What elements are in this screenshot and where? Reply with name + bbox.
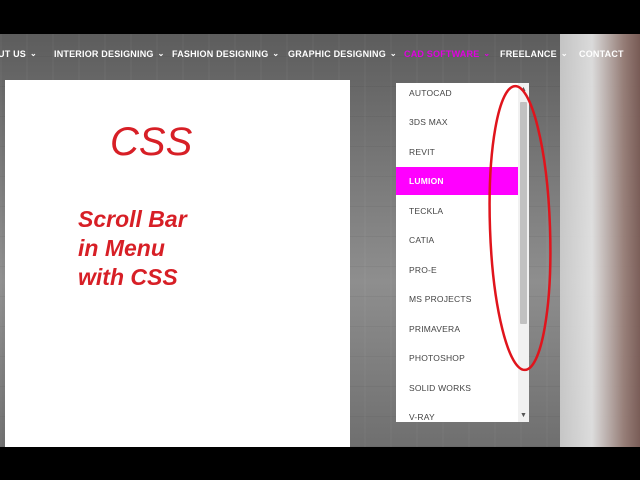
dropdown-item-solid-works[interactable]: SOLID WORKS xyxy=(396,374,518,402)
nav-item-graphic-designing[interactable]: GRAPHIC DESIGNING ⌄ xyxy=(288,34,397,74)
dropdown-item-photoshop[interactable]: PHOTOSHOP xyxy=(396,344,518,372)
annotation-caption: Scroll Bar in Menu with CSS xyxy=(78,205,187,292)
dropdown-item-v-ray[interactable]: V-RAY xyxy=(396,403,518,422)
dropdown-scrollbar-thumb[interactable] xyxy=(520,102,527,324)
caption-line: with CSS xyxy=(78,264,178,290)
nav-item-contact[interactable]: CONTACT xyxy=(579,34,624,74)
nav-item-label: CAD SOFTWARE xyxy=(404,49,480,59)
main-navigation: UT US ⌄ INTERIOR DESIGNING ⌄ FASHION DESIG… xyxy=(0,34,640,74)
chevron-down-icon: ⌄ xyxy=(560,49,568,58)
video-frame: UT US ⌄ INTERIOR DESIGNING ⌄ FASHION DESIG… xyxy=(0,0,640,480)
letterbox-top xyxy=(0,0,640,34)
dropdown-item-revit[interactable]: REVIT xyxy=(396,138,518,166)
dropdown-item-primavera[interactable]: PRIMAVERA xyxy=(396,315,518,343)
annotation-title: CSS xyxy=(110,120,193,164)
scroll-down-arrow-icon[interactable]: ▼ xyxy=(518,410,529,421)
dropdown-item-teckla[interactable]: TECKLA xyxy=(396,197,518,225)
hero-background-right xyxy=(560,34,640,447)
chevron-down-icon: ⌄ xyxy=(272,49,280,58)
nav-item-freelance[interactable]: FREELANCE ⌄ xyxy=(500,34,568,74)
nav-item-label: CONTACT xyxy=(579,49,624,59)
dropdown-item-pro-e[interactable]: PRO-E xyxy=(396,256,518,284)
dropdown-item-ms-projects[interactable]: MS PROJECTS xyxy=(396,285,518,313)
nav-item-cad-software[interactable]: CAD SOFTWARE ⌄ xyxy=(404,34,490,74)
nav-item-interior-designing[interactable]: INTERIOR DESIGNING ⌄ xyxy=(54,34,165,74)
chevron-down-icon: ⌄ xyxy=(157,49,165,58)
chevron-down-icon: ⌄ xyxy=(389,49,397,58)
caption-line: Scroll Bar xyxy=(78,206,187,232)
caption-line: in Menu xyxy=(78,235,165,261)
nav-item-fashion-designing[interactable]: FASHION DESIGNING ⌄ xyxy=(172,34,279,74)
chevron-down-icon: ⌄ xyxy=(483,49,491,58)
dropdown-item-catia[interactable]: CATIA xyxy=(396,226,518,254)
cad-software-dropdown[interactable]: AUTOCAD 3DS MAX REVIT LUMION TECKLA CATI… xyxy=(396,83,529,422)
dropdown-item-3ds-max[interactable]: 3DS MAX xyxy=(396,108,518,136)
nav-item-label: GRAPHIC DESIGNING xyxy=(288,49,386,59)
nav-item-label: FREELANCE xyxy=(500,49,557,59)
nav-item-label: FASHION DESIGNING xyxy=(172,49,269,59)
nav-item-label: INTERIOR DESIGNING xyxy=(54,49,154,59)
scroll-up-arrow-icon[interactable]: ▲ xyxy=(518,84,529,95)
nav-item-label: UT US xyxy=(0,49,26,59)
nav-item-about-us[interactable]: UT US ⌄ xyxy=(0,34,37,74)
letterbox-bottom xyxy=(0,447,640,480)
chevron-down-icon: ⌄ xyxy=(30,49,37,58)
dropdown-item-lumion[interactable]: LUMION xyxy=(396,167,518,195)
dropdown-item-autocad[interactable]: AUTOCAD xyxy=(396,83,518,107)
